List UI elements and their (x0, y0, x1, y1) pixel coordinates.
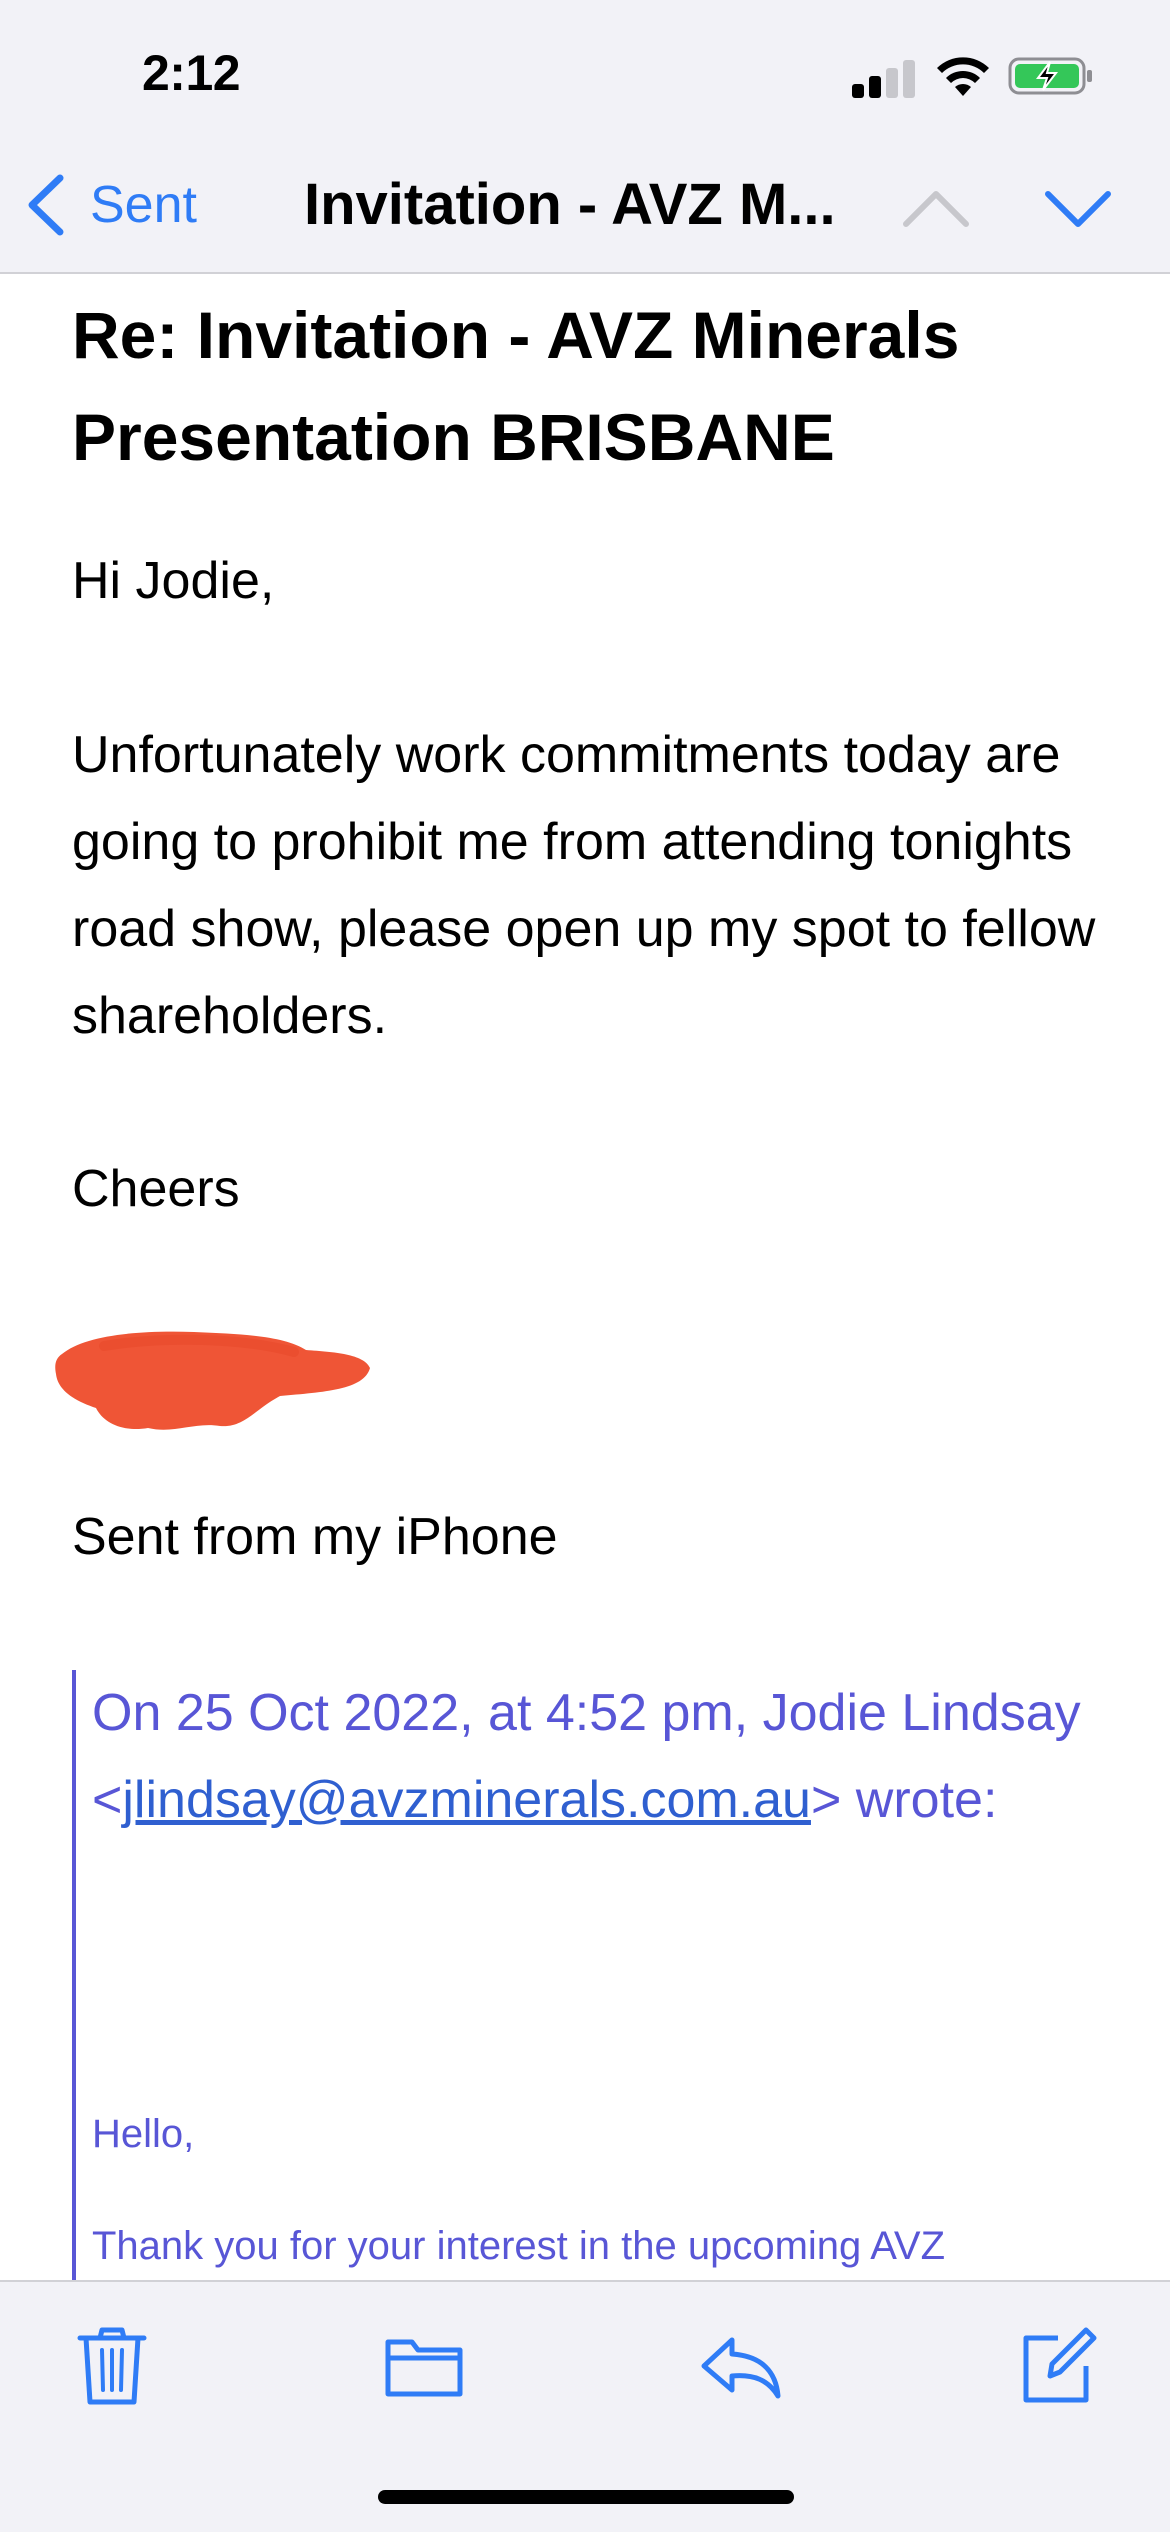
back-label: Sent (90, 176, 197, 234)
back-button[interactable]: Sent (24, 170, 197, 240)
battery-charging-icon (1008, 57, 1092, 95)
sender-email-link[interactable]: jlindsay@avzminerals.com.au (122, 1771, 811, 1829)
cellular-signal-icon (852, 58, 916, 98)
email-content[interactable]: Re: Invitation - AVZ Minerals Presentati… (0, 276, 1170, 2280)
nav-title: Invitation - AVZ M... (304, 172, 836, 237)
quoted-message: On 25 Oct 2022, at 4:52 pm, Jodie Lindsa… (72, 1670, 1132, 2280)
quote-hello: Hello, (92, 2112, 195, 2156)
quote-header: On 25 Oct 2022, at 4:52 pm, Jodie Lindsa… (92, 1670, 1132, 1844)
trash-icon (77, 2327, 147, 2405)
wifi-icon (937, 57, 989, 96)
email-greeting: Hi Jodie, (72, 552, 275, 610)
previous-message-chevron-up-icon[interactable] (900, 178, 972, 238)
quote-header-suffix: > wrote: (810, 1771, 998, 1829)
next-message-chevron-down-icon[interactable] (1042, 178, 1114, 238)
email-subject: Re: Invitation - AVZ Minerals Presentati… (72, 298, 960, 474)
quote-first-line: Thank you for your interest in the upcom… (92, 2224, 946, 2268)
compose-icon (1023, 2327, 1097, 2403)
home-indicator[interactable] (378, 2490, 794, 2504)
email-signoff: Cheers (72, 1160, 240, 1218)
trash-button[interactable] (70, 2324, 154, 2408)
reply-button[interactable] (698, 2324, 782, 2408)
move-to-folder-button[interactable] (382, 2324, 466, 2408)
status-time: 2:12 (142, 45, 241, 101)
email-paragraph: Unfortunately work commitments today are… (72, 726, 1096, 1045)
status-bar: 2:12 (0, 0, 1170, 150)
email-signature: Sent from my iPhone (72, 1508, 558, 1566)
navigation-bar: Sent Invitation - AVZ M... (0, 150, 1170, 274)
compose-button[interactable] (1014, 2324, 1098, 2408)
folder-icon (385, 2339, 463, 2397)
reply-icon (701, 2337, 781, 2399)
chevron-left-icon (28, 174, 64, 236)
redacted-name-scribble (55, 1331, 370, 1430)
